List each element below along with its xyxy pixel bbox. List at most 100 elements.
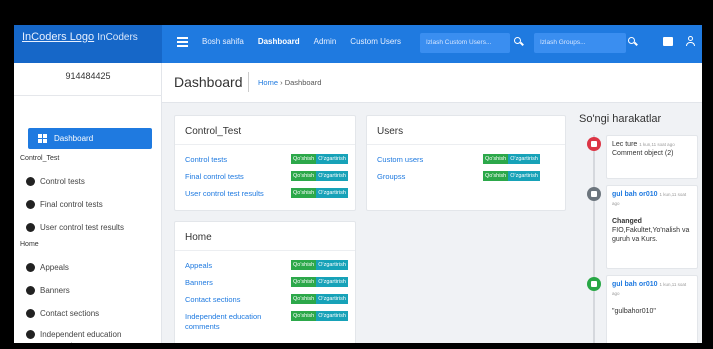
timeline-author[interactable]: gul bah or010 — [612, 281, 658, 288]
sidebar-section-home: Home — [20, 241, 39, 248]
sidebar-item-final-control-tests[interactable]: Final control tests — [20, 199, 156, 210]
sidebar-item-user-control-test-results[interactable]: User control test results — [20, 222, 156, 233]
divider — [175, 250, 355, 251]
timeline-time: 1 kun,11 soat ago — [639, 142, 675, 147]
sidebar-item-appeals[interactable]: Appeals — [20, 262, 156, 273]
sidebar-item-contact-sections[interactable]: Contact sections — [20, 308, 156, 319]
card-title: Users — [377, 126, 404, 137]
search-users-input[interactable]: Izlash Custom Users... — [420, 33, 510, 53]
sidebar-item-independent-education-comments[interactable]: Independent education comments — [20, 329, 156, 343]
link-banners[interactable]: Banners — [185, 278, 213, 287]
add-button[interactable]: Qo'shish — [483, 171, 509, 181]
circle-icon — [26, 286, 35, 295]
page-header: Dashboard Home › Dashboard — [162, 63, 702, 103]
logo-image-alt: InCoders Logo — [22, 31, 95, 43]
breadcrumb-home-link[interactable]: Home — [258, 78, 278, 87]
sidebar-item-label: Dashboard — [54, 134, 94, 143]
add-button[interactable]: Qo'shish — [291, 260, 317, 270]
add-button[interactable]: Qo'shish — [291, 154, 317, 164]
recent-actions-title: So'ngi harakatlar — [579, 113, 662, 125]
brand-name: InCoders — [97, 32, 138, 43]
timeline-line — [593, 135, 595, 343]
nav-dashboard[interactable]: Dashboard — [258, 37, 300, 46]
divider — [14, 95, 162, 96]
list-item: Groupss Qo'shish O'zgartirish — [377, 171, 559, 183]
edit-icon — [587, 187, 601, 201]
list-item: Banners Qo'shish O'zgartirish — [185, 277, 349, 289]
circle-icon — [26, 200, 35, 209]
link-control-tests[interactable]: Control tests — [185, 155, 227, 164]
sidebar-item-dashboard[interactable]: Dashboard — [28, 128, 152, 149]
list-item: Custom users Qo'shish O'zgartirish — [377, 154, 559, 166]
circle-icon — [26, 330, 35, 339]
link-appeals[interactable]: Appeals — [185, 261, 212, 270]
circle-icon — [26, 263, 35, 272]
hamburger-menu-icon[interactable] — [177, 37, 188, 47]
circle-icon — [26, 177, 35, 186]
edit-button[interactable]: O'zgartirish — [316, 171, 348, 181]
sidebar-item-control-tests[interactable]: Control tests — [20, 176, 156, 187]
sidebar-section-control-test: Control_Test — [20, 155, 60, 162]
brand[interactable]: InCoders Logo InCoders — [14, 25, 162, 63]
edit-button[interactable]: O'zgartirish — [316, 311, 348, 321]
add-button[interactable]: Qo'shish — [291, 188, 317, 198]
user-id: 914484425 — [65, 71, 111, 81]
user-icon[interactable] — [686, 36, 695, 47]
card-title: Control_Test — [185, 126, 242, 137]
timeline-entry: gul bah or010 1 kun,11 soat ago "gulbaho… — [606, 275, 698, 343]
timeline-author: Lec ture — [612, 141, 638, 148]
add-button[interactable]: Qo'shish — [291, 311, 317, 321]
list-item: Final control tests Qo'shish O'zgartirish — [185, 171, 349, 183]
edit-button[interactable]: O'zgartirish — [316, 277, 348, 287]
breadcrumb: Home › Dashboard — [258, 78, 321, 87]
search-icon[interactable] — [514, 37, 524, 47]
nav-home[interactable]: Bosh sahifa — [202, 37, 244, 46]
nav-custom-users[interactable]: Custom Users — [350, 37, 401, 46]
divider — [175, 144, 355, 145]
divider — [248, 72, 249, 92]
link-contact-sections[interactable]: Contact sections — [185, 295, 240, 304]
app-window: InCoders Logo InCoders Bosh sahifa Dashb… — [14, 25, 702, 343]
list-item: User control test results Qo'shish O'zgar… — [185, 188, 349, 200]
link-custom-users[interactable]: Custom users — [377, 155, 423, 164]
add-button[interactable]: Qo'shish — [483, 154, 509, 164]
add-button[interactable]: Qo'shish — [291, 294, 317, 304]
page-title: Dashboard — [174, 74, 243, 90]
link-groups[interactable]: Groupss — [377, 172, 405, 181]
edit-button[interactable]: O'zgartirish — [508, 171, 540, 181]
top-navbar: InCoders Logo InCoders Bosh sahifa Dashb… — [14, 25, 702, 63]
timeline-text: "gulbahor010" — [612, 308, 656, 315]
edit-button[interactable]: O'zgartirish — [316, 188, 348, 198]
search-icon[interactable] — [628, 37, 638, 47]
edit-button[interactable]: O'zgartirish — [316, 260, 348, 270]
add-icon — [587, 277, 601, 291]
timeline-author[interactable]: gul bah or010 — [612, 191, 658, 198]
link-final-control-tests[interactable]: Final control tests — [185, 172, 244, 181]
search-groups-input[interactable]: Izlash Groups... — [534, 33, 626, 53]
sidebar-item-banners[interactable]: Banners — [20, 285, 156, 296]
link-independent-education-comments[interactable]: Independent education comments — [185, 312, 285, 332]
timeline-entry: Lec ture 1 kun,11 soat ago Comment objec… — [606, 135, 698, 179]
card-control-test: Control_Test Control tests Qo'shish O'zga… — [174, 115, 356, 211]
card-users: Users Custom users Qo'shish O'zgartirish … — [366, 115, 566, 211]
list-item: Control tests Qo'shish O'zgartirish — [185, 154, 349, 166]
list-item: Independent education comments Qo'shish O… — [185, 311, 349, 335]
circle-icon — [26, 309, 35, 318]
top-nav: Bosh sahifa Dashboard Admin Custom Users — [202, 37, 401, 46]
dashboard-icon — [38, 134, 48, 143]
add-button[interactable]: Qo'shish — [291, 171, 317, 181]
edit-button[interactable]: O'zgartirish — [508, 154, 540, 164]
apps-grid-icon[interactable] — [663, 37, 673, 46]
card-home: Home Appeals Qo'shish O'zgartirish Banner… — [174, 221, 356, 343]
card-title: Home — [185, 232, 212, 243]
sidebar: 914484425 Dashboard Control_Test Control… — [14, 63, 162, 343]
nav-admin[interactable]: Admin — [314, 37, 337, 46]
delete-icon — [587, 137, 601, 151]
edit-button[interactable]: O'zgartirish — [316, 294, 348, 304]
list-item: Appeals Qo'shish O'zgartirish — [185, 260, 349, 272]
list-item: Contact sections Qo'shish O'zgartirish — [185, 294, 349, 306]
edit-button[interactable]: O'zgartirish — [316, 154, 348, 164]
add-button[interactable]: Qo'shish — [291, 277, 317, 287]
link-user-control-test-results[interactable]: User control test results — [185, 189, 264, 198]
divider — [367, 144, 565, 145]
